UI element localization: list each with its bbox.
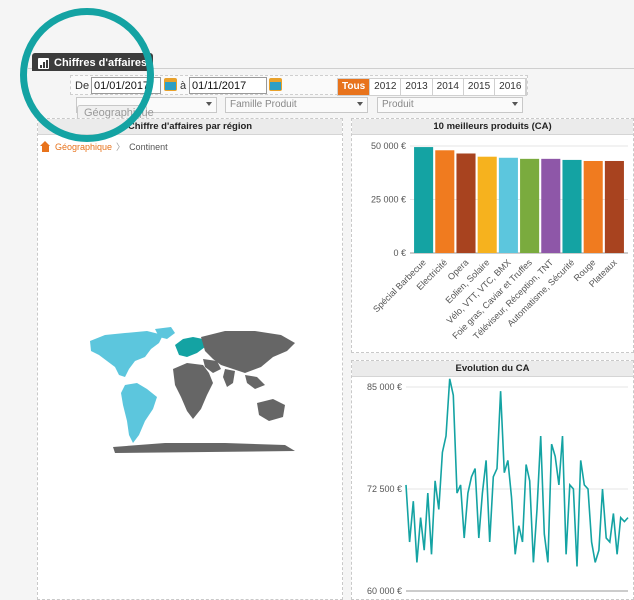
top-products-chart: 0 €25 000 €50 000 €Spécial BarbecueElect… <box>371 141 628 341</box>
map-antarctica <box>113 443 295 453</box>
tab-label: Chiffres d'affaires <box>54 57 148 69</box>
bar <box>456 153 476 253</box>
bar <box>498 157 518 253</box>
y-tick-label: 25 000 € <box>371 195 406 205</box>
date-to-input[interactable] <box>189 77 267 94</box>
y-tick-label: 72 500 € <box>367 484 402 494</box>
breadcrumb-geographique[interactable]: Géographique <box>55 142 112 152</box>
select-placeholder: Famille Produit <box>230 99 297 110</box>
chevron-down-icon <box>357 102 363 106</box>
year-selector: Tous 2012 2013 2014 2015 2016 <box>337 78 528 96</box>
world-map[interactable] <box>85 325 300 455</box>
year-button-2016[interactable]: 2016 <box>495 79 527 95</box>
app-page: Chiffres d'affaires De à Tous 2012 2013 … <box>0 0 634 600</box>
chevron-down-icon <box>206 102 212 106</box>
breadcrumb-continent: Continent <box>129 141 168 152</box>
evolution-chart: 60 000 € 72 500 € 85 000 € <box>367 378 629 596</box>
y-tick-label: 60 000 € <box>367 586 402 596</box>
map-oceania <box>257 399 285 421</box>
calendar-icon[interactable] <box>269 78 282 91</box>
tab-chiffres-affaires[interactable]: Chiffres d'affaires <box>32 53 154 71</box>
home-icon[interactable] <box>40 141 51 152</box>
to-label: à <box>180 80 187 92</box>
map-southeast-asia <box>245 375 265 389</box>
top-products-panel-title: 10 meilleurs produits (CA) <box>352 119 633 135</box>
bar-chart-icon <box>38 57 49 69</box>
bar <box>414 147 434 253</box>
calendar-icon[interactable] <box>164 78 177 91</box>
y-tick-label: 85 000 € <box>367 382 402 392</box>
map-africa <box>173 363 213 419</box>
bar <box>604 160 624 253</box>
map-north-america <box>90 331 163 377</box>
chevron-right-icon: 〉 <box>116 142 126 152</box>
produit-select[interactable]: Produit <box>377 97 523 113</box>
bar <box>477 156 497 253</box>
famille-produit-select[interactable]: Famille Produit <box>225 97 368 113</box>
year-button-2012[interactable]: 2012 <box>370 79 402 95</box>
chevron-down-icon <box>512 102 518 106</box>
select-placeholder: Produit <box>382 99 414 110</box>
bar <box>562 159 582 253</box>
y-tick-label: 50 000 € <box>371 141 406 151</box>
from-label: De <box>75 80 90 92</box>
date-from-input[interactable] <box>91 77 161 94</box>
y-tick-label: 0 € <box>393 248 406 258</box>
year-button-2013[interactable]: 2013 <box>401 79 433 95</box>
breadcrumb: Géographique 〉 Continent <box>40 140 168 153</box>
map-india <box>223 369 235 387</box>
evolution-panel-title: Evolution du CA <box>352 361 633 377</box>
year-button-2014[interactable]: 2014 <box>432 79 464 95</box>
year-button-tous[interactable]: Tous <box>338 79 371 95</box>
bar <box>435 150 455 253</box>
year-button-2015[interactable]: 2015 <box>463 79 496 95</box>
region-panel-title: Chiffre d'affaires par région <box>38 119 342 135</box>
bar <box>583 160 603 253</box>
bar <box>541 158 561 253</box>
series-line <box>405 378 629 567</box>
map-europe <box>175 337 205 357</box>
bar <box>520 158 540 253</box>
map-south-america <box>121 383 157 443</box>
